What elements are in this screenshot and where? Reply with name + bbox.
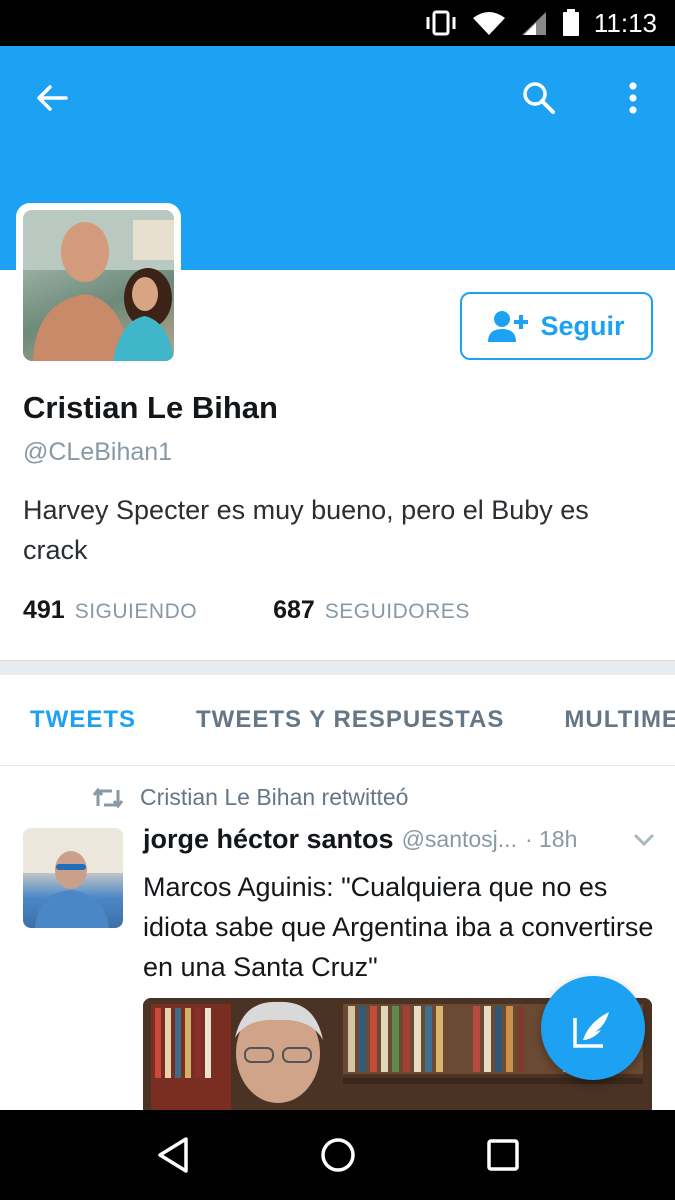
retweet-text: Cristian Le Bihan retwitteó	[140, 784, 409, 810]
retweet-indicator: Cristian Le Bihan retwitteó	[92, 784, 408, 811]
tweet-author-handle: @santosj...	[401, 826, 517, 852]
profile-tabs: TWEETS TWEETS Y RESPUESTAS MULTIMEDIA	[0, 675, 675, 766]
clock: 11:13	[593, 7, 657, 38]
profile-stats: 491 SIGUIENDO 687 SEGUIDORES	[23, 596, 546, 625]
tab-media[interactable]: MULTIMEDIA	[534, 706, 675, 734]
tweet-author-name[interactable]: jorge héctor santos	[143, 824, 394, 855]
chevron-down-icon[interactable]	[633, 833, 655, 847]
following-stat[interactable]: 491 SIGUIENDO	[23, 596, 197, 625]
compose-tweet-button[interactable]	[541, 976, 645, 1080]
retweet-icon	[92, 786, 124, 810]
tab-tweets[interactable]: TWEETS	[0, 706, 166, 734]
recents-square-icon[interactable]	[473, 1125, 533, 1185]
back-arrow-icon[interactable]	[30, 76, 74, 120]
profile-name: Cristian Le Bihan	[23, 390, 278, 425]
signal-icon	[520, 10, 548, 36]
followers-stat[interactable]: 687 SEGUIDORES	[273, 596, 470, 625]
following-count: 491	[23, 596, 65, 624]
more-vert-icon[interactable]	[611, 76, 655, 120]
tab-tweets-and-replies[interactable]: TWEETS Y RESPUESTAS	[166, 706, 534, 734]
tweet-author-avatar[interactable]	[23, 828, 123, 928]
followers-label: SEGUIDORES	[324, 600, 470, 623]
compose-tweet-icon	[571, 1006, 615, 1050]
battery-icon	[562, 9, 580, 37]
back-triangle-icon[interactable]	[143, 1125, 203, 1185]
wifi-icon	[472, 10, 506, 36]
section-divider	[0, 660, 675, 675]
profile-avatar	[23, 210, 174, 361]
profile-handle: @CLeBihan1	[23, 438, 173, 466]
tweet-timestamp: · 18h	[524, 826, 578, 852]
follow-button-label: Seguir	[540, 310, 625, 341]
profile-bio: Harvey Specter es muy bueno, pero el Bub…	[23, 495, 589, 565]
home-circle-icon[interactable]	[308, 1125, 368, 1185]
tweet-header: jorge héctor santos @santosj... · 18h	[143, 824, 663, 855]
followers-count: 687	[273, 596, 315, 624]
system-navigation-bar	[0, 1110, 675, 1200]
search-icon[interactable]	[517, 76, 561, 120]
following-label: SIGUIENDO	[74, 600, 198, 623]
tweet-text: Marcos Aguinis: "Cualquiera que no es id…	[143, 872, 654, 982]
add-user-icon	[488, 309, 532, 343]
vibrate-icon	[424, 10, 458, 36]
profile-avatar-frame[interactable]	[16, 203, 181, 368]
follow-button[interactable]: Seguir	[460, 292, 653, 360]
status-bar: 11:13	[0, 0, 675, 46]
